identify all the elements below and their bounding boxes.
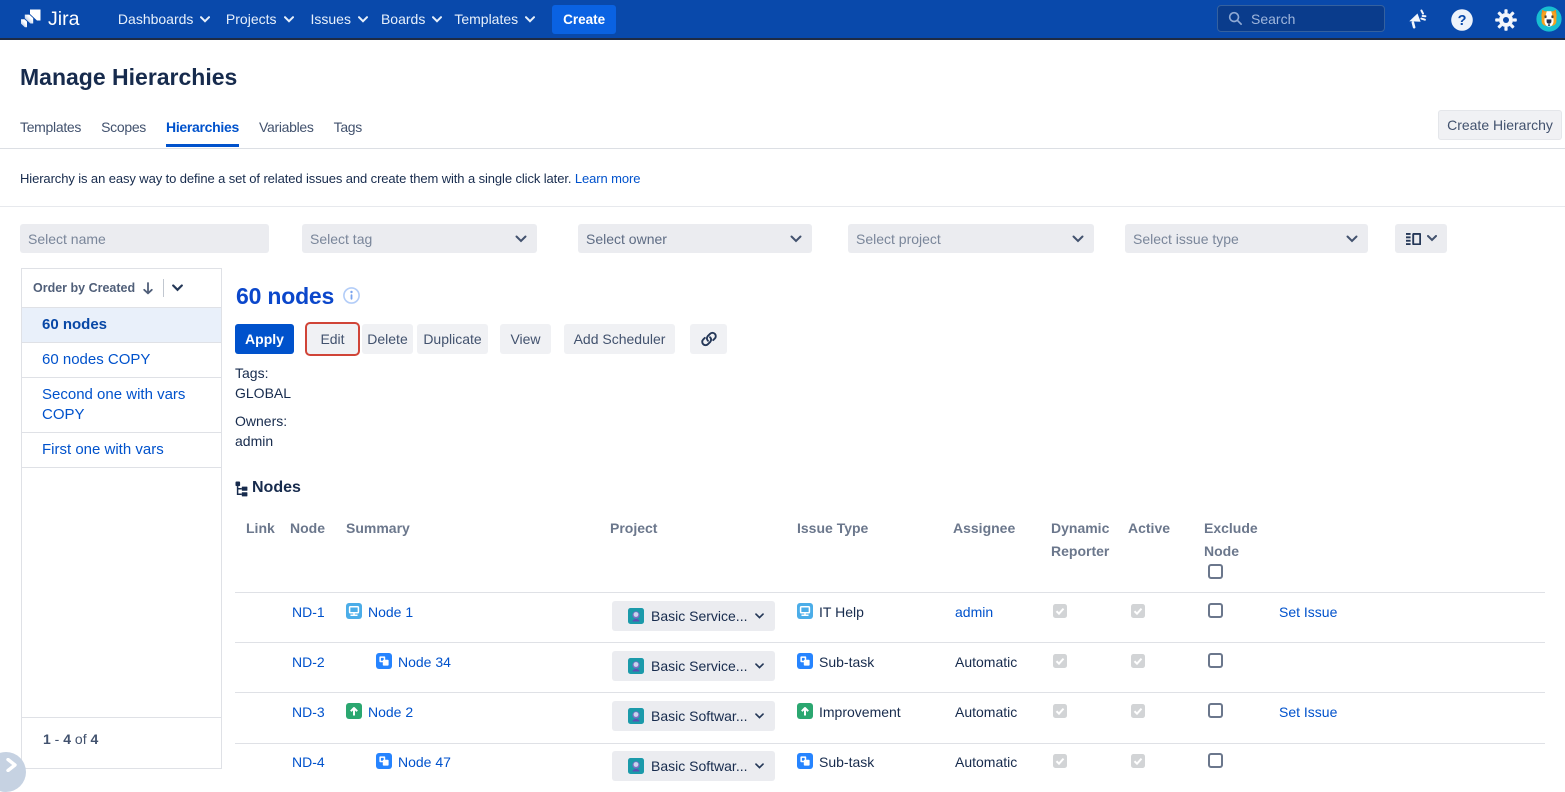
svg-text:?: ? [1458, 13, 1467, 29]
